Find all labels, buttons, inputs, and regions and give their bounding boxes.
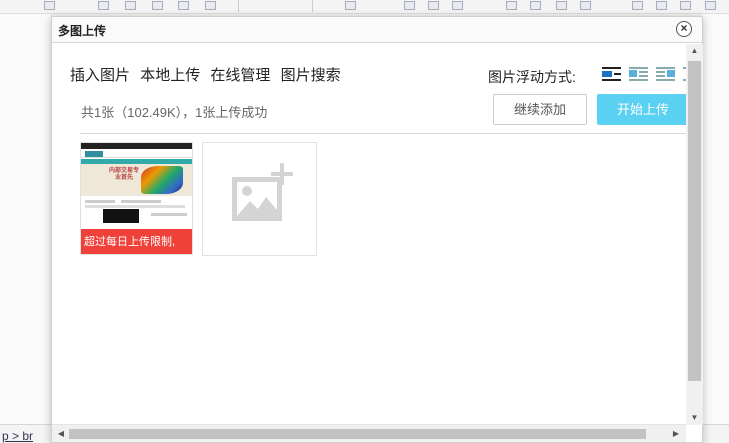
editor-left-area	[0, 14, 52, 424]
toolbar-icon[interactable]	[506, 1, 517, 10]
float-right-icon[interactable]	[656, 66, 675, 82]
float-left-icon[interactable]	[629, 66, 648, 82]
dialog-tabs: 插入图片 本地上传 在线管理 图片搜索	[70, 64, 347, 85]
divider	[80, 133, 688, 134]
toolbar-icon[interactable]	[178, 1, 189, 10]
tab-local-upload[interactable]: 本地上传	[140, 67, 200, 84]
upload-error-overlay: 超过每日上传限制,	[81, 229, 192, 254]
toolbar-icon[interactable]	[452, 1, 463, 10]
dialog-content: 插入图片 本地上传 在线管理 图片搜索 图片浮动方式: 共1张（102.49K）…	[52, 44, 688, 427]
dialog-title: 多图上传	[58, 24, 107, 38]
toolbar-icon[interactable]	[680, 1, 691, 10]
float-mode-options	[602, 66, 688, 82]
scroll-left-icon[interactable]: ◀	[54, 425, 68, 442]
toolbar-separator	[238, 0, 239, 12]
thumbnail-logo	[85, 151, 103, 157]
float-none-icon[interactable]	[602, 66, 621, 82]
toolbar-icon[interactable]	[530, 1, 541, 10]
toolbar-icon[interactable]	[428, 1, 439, 10]
scroll-down-icon[interactable]: ▼	[686, 411, 703, 425]
float-mode-label: 图片浮动方式:	[488, 69, 576, 85]
horizontal-scroll-thumb[interactable]	[69, 429, 646, 439]
toolbar-icon[interactable]	[125, 1, 136, 10]
dialog-titlebar[interactable]: 多图上传 ×	[52, 17, 702, 43]
editor-right-area	[702, 14, 729, 424]
horizontal-scrollbar[interactable]: ◀ ▶	[52, 424, 686, 442]
toolbar-icon[interactable]	[656, 1, 667, 10]
add-image-tile[interactable]	[202, 142, 317, 256]
close-icon[interactable]: ×	[676, 21, 692, 37]
toolbar-icon[interactable]	[705, 1, 716, 10]
scroll-up-icon[interactable]: ▲	[686, 44, 703, 58]
toolbar-icon[interactable]	[152, 1, 163, 10]
element-path[interactable]: p > br	[2, 429, 33, 443]
add-image-icon	[232, 163, 293, 221]
toolbar-icon[interactable]	[580, 1, 591, 10]
toolbar-icon[interactable]	[632, 1, 643, 10]
scroll-right-icon[interactable]: ▶	[669, 425, 683, 442]
toolbar-icon[interactable]	[556, 1, 567, 10]
thumbnail-banner-text: 内部交易专业首先	[109, 168, 140, 181]
start-upload-button[interactable]: 开始上传	[597, 94, 688, 125]
toolbar-icon[interactable]	[205, 1, 216, 10]
tab-insert-image[interactable]: 插入图片	[70, 67, 130, 84]
multi-image-upload-dialog: 多图上传 × 插入图片 本地上传 在线管理 图片搜索 图片浮动方式: 共1张（1…	[51, 16, 703, 443]
toolbar-icon[interactable]	[345, 1, 356, 10]
toolbar-icon[interactable]	[98, 1, 109, 10]
continue-add-button[interactable]: 继续添加	[493, 94, 587, 125]
toolbar-icon[interactable]	[44, 1, 55, 10]
tab-image-search[interactable]: 图片搜索	[281, 67, 341, 84]
vertical-scrollbar[interactable]: ▲ ▼	[686, 44, 703, 425]
toolbar-icon[interactable]	[404, 1, 415, 10]
upload-summary: 共1张（102.49K），1张上传成功	[81, 105, 268, 120]
vertical-scroll-thumb[interactable]	[688, 61, 701, 381]
tab-online-manage[interactable]: 在线管理	[210, 67, 270, 84]
editor-toolbar	[0, 0, 729, 14]
toolbar-separator	[312, 0, 313, 12]
uploaded-image-thumbnail[interactable]: 内部交易专业首先 超过每日上传限制,	[80, 142, 193, 255]
thumbnail-banner: 内部交易专业首先	[81, 164, 192, 196]
